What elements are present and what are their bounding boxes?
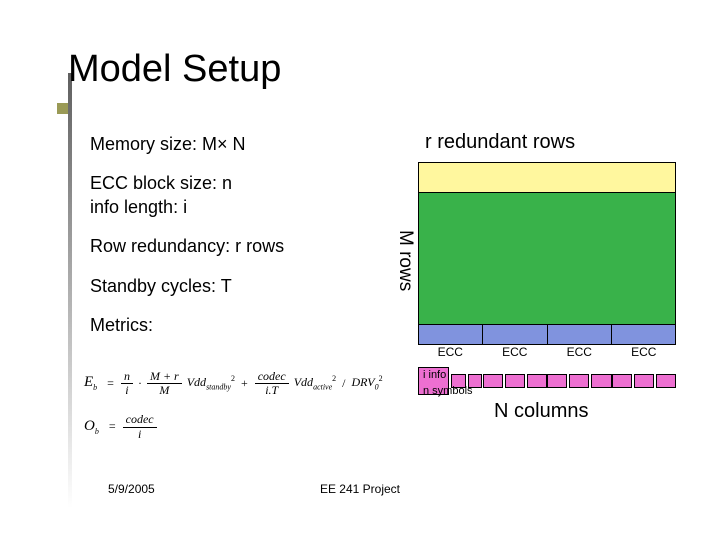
drv-term: DRV02 xyxy=(352,375,383,392)
line-ecc: ECC block size: n info length: i xyxy=(90,172,390,219)
line-standby: Standby cycles: T xyxy=(90,275,390,298)
ecc-label: ECC xyxy=(418,345,483,359)
ecc-block xyxy=(482,324,547,345)
formulas: Eb = n i · M + r M Vddstandby2 + codec i… xyxy=(84,370,385,457)
label-n-columns: N columns xyxy=(494,400,588,423)
label-redundant-rows: r redundant rows xyxy=(425,131,575,154)
frac-mr-m: M + r M xyxy=(147,370,182,397)
redundant-rows-block xyxy=(418,162,676,193)
symbol-box xyxy=(656,374,676,388)
line-metrics: Metrics: xyxy=(90,314,390,337)
ecc-block xyxy=(418,324,483,345)
symbol-box xyxy=(612,374,632,388)
label-n-symbols: n symbols xyxy=(423,385,473,397)
body-text: Memory size: M× N ECC block size: n info… xyxy=(90,133,390,353)
line-info-length: info length: i xyxy=(90,196,390,219)
accent-square xyxy=(57,103,68,114)
title-area: Model Setup xyxy=(68,48,281,91)
label-i-info: i info xyxy=(423,369,446,381)
ecc-block xyxy=(611,324,676,345)
line-row-redundancy: Row redundancy: r rows xyxy=(90,235,390,258)
ecc-labels-row: ECC ECC ECC ECC xyxy=(418,345,676,359)
ecc-label: ECC xyxy=(547,345,612,359)
symbol-box xyxy=(505,374,525,388)
ecc-block xyxy=(547,324,612,345)
ob-sub: b xyxy=(95,427,99,436)
eb-var: E xyxy=(84,374,93,390)
slash: / xyxy=(342,377,345,390)
eb-sub: b xyxy=(93,383,97,392)
formula-eb: Eb = n i · M + r M Vddstandby2 + codec i… xyxy=(84,370,385,397)
symbol-box xyxy=(547,374,567,388)
line-memory-size: Memory size: M× N xyxy=(90,133,390,156)
ecc-label: ECC xyxy=(612,345,677,359)
line-ecc-block: ECC block size: n xyxy=(90,172,390,195)
ecc-band xyxy=(418,324,676,345)
symbol-box xyxy=(569,374,589,388)
ob-var: O xyxy=(84,418,95,434)
equals-sign: = xyxy=(107,377,114,390)
equals-sign: = xyxy=(109,420,116,433)
slide-title: Model Setup xyxy=(68,48,281,91)
accent-vertical-line xyxy=(68,73,72,508)
dot: · xyxy=(138,377,142,390)
footer-project: EE 241 Project xyxy=(0,482,720,496)
frac-codec-i: codec i xyxy=(123,413,157,440)
vdd-standby: Vddstandby2 xyxy=(187,375,235,392)
formula-ob: Ob = codec i xyxy=(84,413,385,440)
label-m-rows: M rows xyxy=(394,230,416,291)
ecc-label: ECC xyxy=(483,345,548,359)
symbol-box xyxy=(591,374,611,388)
memory-diagram xyxy=(418,162,676,344)
frac-n-i: n i xyxy=(121,370,133,397)
vdd-active: Vddactive2 xyxy=(294,375,336,392)
plus-sign: + xyxy=(241,377,248,390)
symbol-box xyxy=(634,374,654,388)
symbol-box xyxy=(527,374,547,388)
symbol-box xyxy=(483,374,503,388)
frac-codec-it: codec i.T xyxy=(255,370,289,397)
